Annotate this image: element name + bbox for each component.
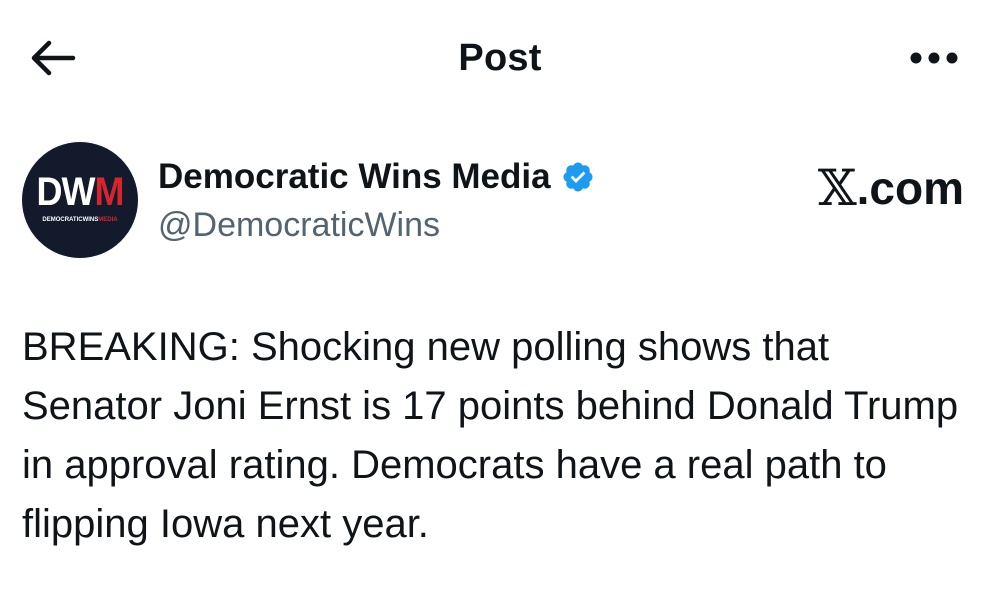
- avatar[interactable]: DWM DEMOCRATICWINSMEDIA: [22, 142, 138, 258]
- site-watermark: 𝕏 .com: [818, 160, 964, 216]
- avatar-subtitle: DEMOCRATICWINSMEDIA: [32, 216, 128, 224]
- avatar-subtitle-right: MEDIA: [98, 217, 118, 223]
- avatar-logo-dw: DW: [36, 168, 96, 214]
- top-bar: Post: [0, 0, 1000, 120]
- avatar-logo-m: M: [94, 168, 124, 214]
- avatar-logo: DWM: [22, 168, 138, 214]
- more-horizontal-icon: [910, 52, 958, 64]
- author-handle[interactable]: @DemocraticWins: [158, 202, 595, 248]
- display-name-row: Democratic Wins Media: [158, 154, 595, 200]
- post-text: BREAKING: Shocking new polling shows tha…: [22, 325, 959, 546]
- page-title: Post: [458, 37, 542, 79]
- verified-badge-icon: [561, 160, 595, 194]
- more-options-button[interactable]: [904, 34, 964, 82]
- site-watermark-suffix: .com: [856, 162, 964, 214]
- post-author: DWM DEMOCRATICWINSMEDIA Democratic Wins …: [22, 142, 982, 262]
- x-logo-glyph: 𝕏: [817, 159, 857, 217]
- avatar-subtitle-left: DEMOCRATICWINS: [42, 217, 99, 223]
- author-names: Democratic Wins Media @DemocraticWins: [158, 154, 595, 248]
- display-name[interactable]: Democratic Wins Media: [158, 154, 551, 200]
